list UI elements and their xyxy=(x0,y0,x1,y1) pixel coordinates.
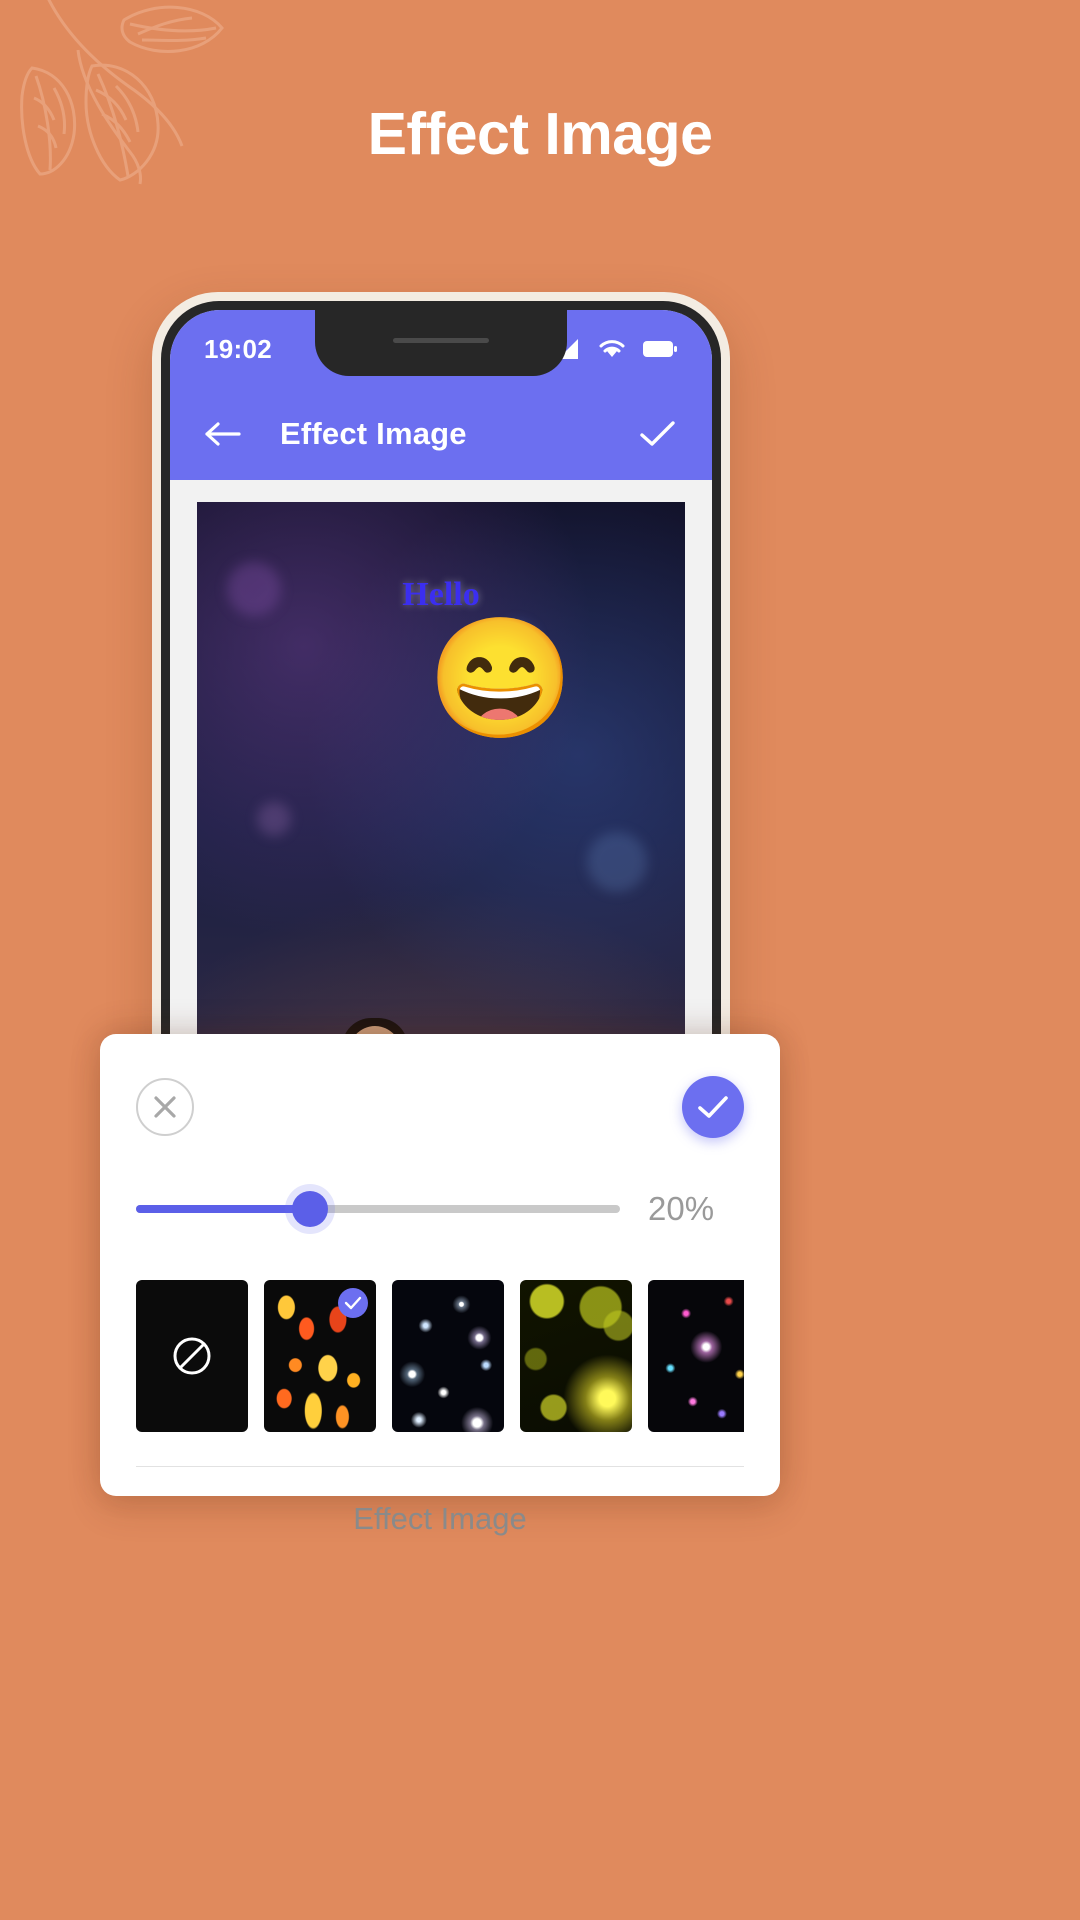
status-icons xyxy=(556,337,678,361)
cancel-button[interactable] xyxy=(136,1078,194,1136)
check-icon xyxy=(344,1296,362,1310)
app-bar-check-icon[interactable] xyxy=(638,418,678,450)
bokeh-dot xyxy=(257,802,291,836)
slider-thumb[interactable] xyxy=(292,1191,329,1227)
no-effect-icon xyxy=(173,1337,211,1375)
slider-value-label: 20% xyxy=(648,1190,715,1227)
speaker-icon xyxy=(393,338,489,343)
effect-thumbnail-list[interactable] xyxy=(136,1280,744,1432)
hello-sticker-text[interactable]: Hello xyxy=(197,576,685,614)
effect-thumb-none[interactable] xyxy=(136,1280,248,1432)
effect-bottom-sheet: 20% Effect Image xyxy=(100,1034,780,1536)
wifi-icon xyxy=(599,340,625,357)
close-icon xyxy=(154,1096,176,1118)
opacity-slider[interactable] xyxy=(136,1191,620,1227)
apply-button[interactable] xyxy=(682,1076,744,1138)
app-bar-title: Effect Image xyxy=(280,416,467,451)
status-time: 19:02 xyxy=(204,333,272,364)
emoji-sticker[interactable]: 😄 xyxy=(427,620,574,738)
sheet-toolbar xyxy=(136,1072,744,1142)
page-title: Effect Image xyxy=(367,101,713,167)
battery-icon xyxy=(643,341,677,357)
effect-thumb-yellow-bokeh[interactable] xyxy=(520,1280,632,1432)
sheet-footer-label: Effect Image xyxy=(353,1501,527,1536)
notch xyxy=(315,310,567,376)
app-bar: Effect Image xyxy=(170,388,712,480)
divider xyxy=(136,1466,744,1467)
slider-fill xyxy=(136,1205,311,1213)
back-arrow-icon[interactable] xyxy=(204,419,242,449)
status-bar: 19:02 xyxy=(170,310,712,388)
selected-badge xyxy=(338,1288,368,1318)
effect-thumb-falling-leaves[interactable] xyxy=(264,1280,376,1432)
effect-thumb-blue-stars[interactable] xyxy=(392,1280,504,1432)
effect-thumb-color-sparkle[interactable] xyxy=(648,1280,744,1432)
check-icon xyxy=(698,1096,728,1118)
opacity-slider-row: 20% xyxy=(136,1190,744,1228)
bokeh-dot xyxy=(587,832,647,892)
